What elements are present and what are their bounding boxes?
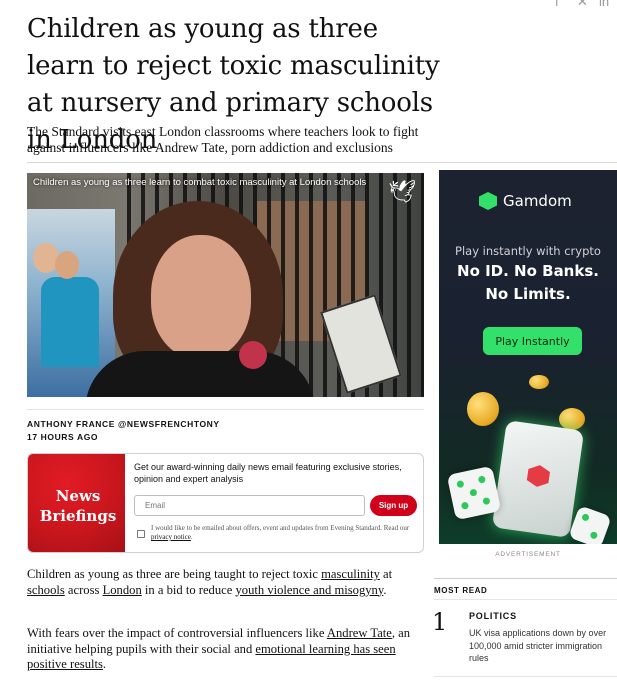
paragraph-text: With fears over the impact of controvers… <box>27 626 327 640</box>
most-read-headline[interactable]: UK visa applications down by over 100,00… <box>469 627 617 665</box>
video-caption: Children as young as three learn to comb… <box>33 177 367 188</box>
divider <box>434 599 617 600</box>
coin-icon <box>467 392 499 426</box>
paragraph-text: . <box>102 657 107 671</box>
video-person-body <box>85 351 315 397</box>
newsletter-promo: Get our award-winning daily news email f… <box>134 462 402 484</box>
privacy-notice-link[interactable]: privacy notice <box>151 533 191 541</box>
newsletter-image: News Briefings <box>28 454 125 552</box>
ad-tagline: Play instantly with crypto <box>455 244 601 258</box>
paragraph-text: at <box>379 567 393 581</box>
paragraph-text: Children as young as three are being tau… <box>27 567 322 581</box>
divider <box>27 409 424 410</box>
most-read-category[interactable]: POLITICS <box>469 611 517 621</box>
link-andrew-tate[interactable]: Andrew Tate <box>327 626 392 640</box>
ad-brand: Gamdom <box>479 192 572 210</box>
byline-timestamp: 17 HOURS AGO <box>27 432 99 442</box>
ad-brand-name: Gamdom <box>503 192 572 210</box>
article-standfirst: The Standard visits east London classroo… <box>27 124 419 155</box>
link-london[interactable]: London <box>103 583 142 597</box>
dice-icon <box>568 505 612 544</box>
video-person-face <box>151 235 251 359</box>
coin-icon <box>529 375 549 389</box>
x-icon[interactable]: ✕ <box>577 0 588 9</box>
divider <box>434 578 617 579</box>
ad-headline: No Limits. <box>485 285 571 303</box>
consent-text: I would like to be emailed about offers,… <box>151 524 411 542</box>
advertisement-label: ADVERTISEMENT <box>495 551 561 558</box>
divider <box>27 162 617 163</box>
link-schools[interactable]: schools <box>27 583 65 597</box>
video-person-flower <box>239 341 267 369</box>
video-player[interactable]: Children as young as three learn to comb… <box>27 173 424 397</box>
paragraph-text: across <box>64 582 103 597</box>
advertisement-banner[interactable]: Gamdom Play instantly with crypto No ID.… <box>439 170 617 544</box>
video-poster-child <box>41 277 99 367</box>
byline-author[interactable]: ANTHONY FRANCE @NEWSFRENCHTONY <box>27 419 220 429</box>
card-logo-icon <box>526 464 551 489</box>
newsletter-signup: News Briefings Get our award-winning dai… <box>27 453 424 553</box>
video-poster-child-face <box>55 251 79 279</box>
consent-checkbox[interactable] <box>137 530 145 538</box>
facebook-icon[interactable]: f <box>555 0 565 9</box>
coin-icon <box>559 408 585 430</box>
gamdom-logo-icon <box>479 192 497 210</box>
email-field[interactable] <box>134 495 365 516</box>
consent-end: . <box>190 533 193 541</box>
linkedin-icon[interactable]: in <box>599 0 609 9</box>
most-read-title: MOST READ <box>434 586 488 595</box>
link-masculinity[interactable]: masculinity <box>321 567 380 581</box>
share-bar: f ✕ in <box>555 0 609 9</box>
most-read-rank: 1 <box>432 608 448 636</box>
dice-icon <box>446 465 502 521</box>
article-paragraph: With fears over the impact of controvers… <box>27 626 422 673</box>
ad-cta-button[interactable]: Play Instantly <box>483 327 582 355</box>
signup-button[interactable]: Sign up <box>370 495 417 516</box>
link-youth-violence[interactable]: youth violence and misogyny <box>235 583 383 597</box>
newsletter-image-title: News Briefings <box>39 487 117 525</box>
standard-bird-icon: 🕊 <box>388 179 416 204</box>
paragraph-text: in a bid to reduce <box>141 582 236 597</box>
article-paragraph: Children as young as three are being tau… <box>27 567 422 598</box>
paragraph-text: . <box>383 582 387 597</box>
card-icon <box>491 420 585 538</box>
ad-headline: No ID. No Banks. <box>457 262 599 280</box>
consent-label: I would like to be emailed about offers,… <box>151 524 410 532</box>
divider <box>434 676 617 677</box>
